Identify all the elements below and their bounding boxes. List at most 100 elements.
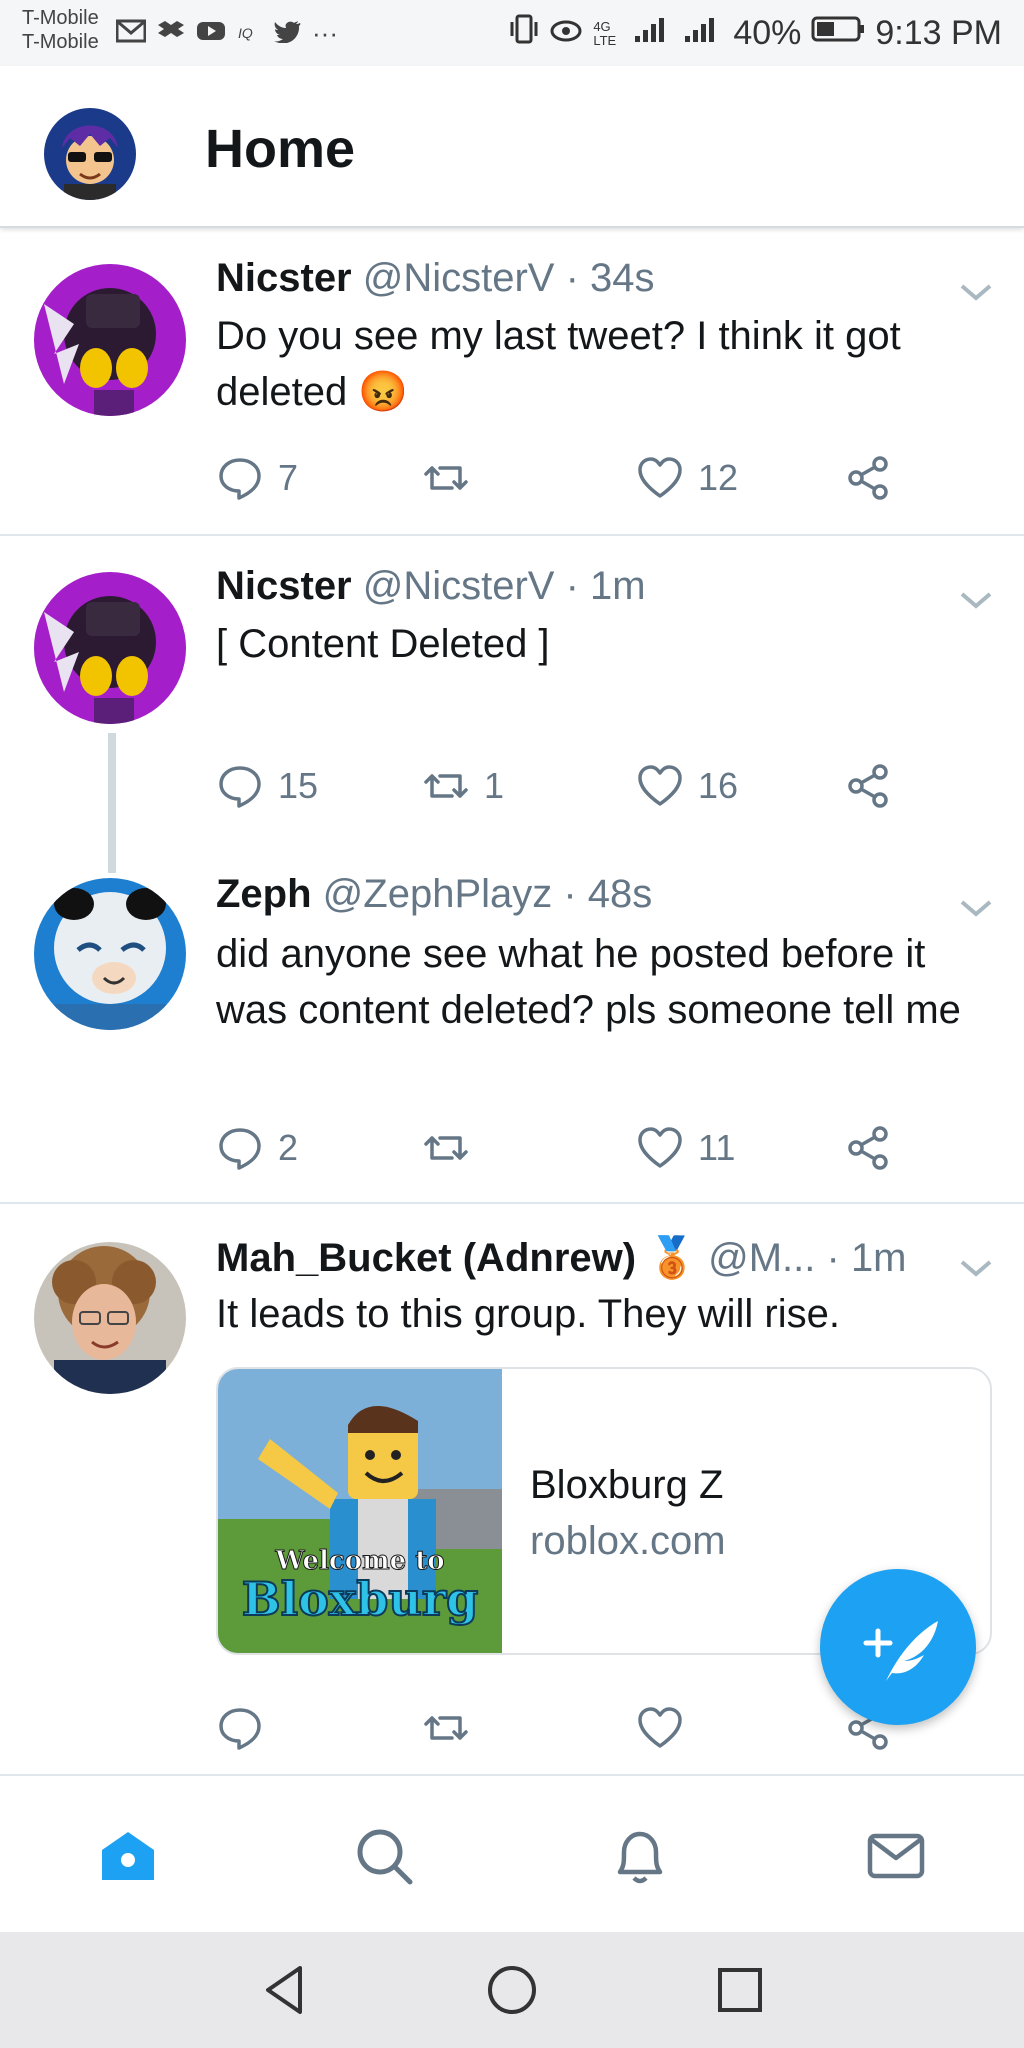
compose-feather-icon <box>863 1621 938 1681</box>
gmail-icon <box>115 19 147 48</box>
link-card-domain: roblox.com <box>530 1519 726 1563</box>
tweet-item[interactable]: Nicster @NicsterV · 1m [ Content Deleted… <box>0 536 1024 866</box>
like-count: 16 <box>698 765 739 806</box>
home-circle-icon[interactable] <box>484 1962 540 2018</box>
mah-bucket-avatar-image <box>34 1242 186 1394</box>
tweet-author-name[interactable]: Nicster <box>216 564 352 608</box>
more-notifications: ··· <box>312 18 338 48</box>
tweet-avatar[interactable] <box>34 572 186 724</box>
heart-icon <box>638 765 682 806</box>
tweet-meta: Mah_Bucket (Adnrew) 🥉 @M... · 1m <box>216 1234 907 1281</box>
back-icon[interactable] <box>258 1962 314 2018</box>
retweet-icon <box>424 774 468 798</box>
profile-avatar-button[interactable] <box>44 108 136 200</box>
reply-count: 15 <box>278 765 319 806</box>
recents-square-icon[interactable] <box>712 1962 768 2018</box>
bottom-tab-bar <box>0 1774 1024 1934</box>
carrier-2: T-Mobile <box>22 31 99 53</box>
share-button[interactable] <box>844 454 892 502</box>
compose-tweet-button[interactable] <box>820 1569 976 1725</box>
share-button[interactable] <box>844 1124 892 1172</box>
retweet-button[interactable]: 1 <box>422 762 504 810</box>
status-right: 4G LTE 40% 9:13 PM <box>509 12 1002 55</box>
retweet-button[interactable] <box>422 1704 484 1752</box>
like-count: 11 <box>698 1127 736 1168</box>
search-icon[interactable] <box>352 1824 416 1888</box>
share-icon <box>848 764 888 808</box>
tweet-handle-time: @ZephPlayz · 48s <box>322 872 653 916</box>
tweet-actions <box>216 1704 916 1754</box>
tweet-handle-time: @M... · 1m <box>708 1236 907 1280</box>
clock: 9:13 PM <box>875 14 1002 52</box>
retweet-button[interactable] <box>422 1124 484 1172</box>
reply-button[interactable]: 2 <box>216 1124 298 1172</box>
battery-icon <box>811 14 865 53</box>
svg-text:IQ: IQ <box>238 25 253 41</box>
bell-icon[interactable] <box>608 1824 672 1888</box>
status-bar: T-Mobile T-Mobile IQ ··· 4G LTE 40% 9:13… <box>0 0 1024 66</box>
carrier-names: T-Mobile T-Mobile <box>22 6 99 54</box>
tweet-avatar[interactable] <box>34 264 186 416</box>
tweet-avatar[interactable] <box>34 1242 186 1394</box>
iq-app-icon: IQ <box>236 19 262 48</box>
reply-icon <box>219 458 261 500</box>
tweet-item[interactable]: Zeph @ZephPlayz · 48s did anyone see wha… <box>0 866 1024 1202</box>
retweet-icon <box>424 466 468 490</box>
tweet-meta: Zeph @ZephPlayz · 48s <box>216 872 652 917</box>
chevron-down-icon[interactable] <box>958 896 994 920</box>
retweet-icon <box>424 1136 468 1160</box>
reply-button[interactable] <box>216 1704 278 1752</box>
tweet-actions: 2 11 <box>216 1124 916 1174</box>
battery-percent: 40% <box>733 14 802 52</box>
mail-icon[interactable] <box>864 1824 928 1888</box>
top-header: Home <box>0 66 1024 228</box>
heart-icon <box>638 1707 682 1748</box>
tweet-text: [ Content Deleted ] <box>216 622 550 666</box>
tweet-handle-time: @NicsterV · 34s <box>362 256 655 300</box>
chevron-down-icon[interactable] <box>958 280 994 304</box>
tweet-author-name[interactable]: Mah_Bucket (Adnrew) <box>216 1236 636 1280</box>
chevron-down-icon[interactable] <box>958 1256 994 1280</box>
like-count: 12 <box>698 457 739 498</box>
tweet-item[interactable]: Nicster @NicsterV · 34s Do you see my la… <box>0 228 1024 534</box>
chevron-down-icon[interactable] <box>958 588 994 612</box>
reply-button[interactable]: 7 <box>216 454 298 502</box>
share-icon <box>848 456 888 500</box>
notification-icons: IQ ··· <box>115 18 338 49</box>
reply-button[interactable]: 15 <box>216 762 318 810</box>
twitter-bird-icon <box>272 19 302 48</box>
reply-icon <box>219 1708 261 1750</box>
network-type: 4G LTE <box>593 18 617 48</box>
heart-icon <box>638 457 682 498</box>
home-icon[interactable] <box>96 1824 160 1888</box>
link-card-thumbnail: Welcome to Bloxburg <box>218 1369 502 1653</box>
tweet-text: Do you see my last tweet? I think it got… <box>216 308 996 420</box>
signal-icon <box>633 14 673 53</box>
tweet-author-name[interactable]: Zeph <box>216 872 312 916</box>
thumb-text-bloxburg: Bloxburg <box>242 1572 478 1626</box>
share-button[interactable] <box>844 762 892 810</box>
youtube-icon <box>196 19 226 48</box>
page-title: Home <box>205 119 356 179</box>
tweet-meta: Nicster @NicsterV · 34s <box>216 256 655 301</box>
retweet-button[interactable] <box>422 454 484 502</box>
like-button[interactable]: 12 <box>636 454 738 502</box>
reply-count: 7 <box>278 457 299 498</box>
like-button[interactable] <box>636 1704 698 1752</box>
tweet-text: It leads to this group. They will rise. <box>216 1292 840 1336</box>
vibrate-icon <box>509 12 539 55</box>
eye-comfort-icon <box>549 14 583 53</box>
like-button[interactable]: 16 <box>636 762 738 810</box>
like-button[interactable]: 11 <box>636 1124 735 1172</box>
reply-icon <box>219 766 261 808</box>
retweet-count: 1 <box>484 765 505 806</box>
reply-icon <box>219 1128 261 1170</box>
tweet-actions: 15 1 16 <box>216 762 916 812</box>
carrier-1: T-Mobile <box>22 7 99 29</box>
tweet-avatar[interactable] <box>34 878 186 1030</box>
nicster-avatar-image <box>34 264 186 416</box>
retweet-icon <box>424 1716 468 1740</box>
link-card-title: Bloxburg Z <box>530 1463 724 1507</box>
tweet-actions: 7 12 <box>216 454 916 504</box>
tweet-author-name[interactable]: Nicster <box>216 256 352 300</box>
